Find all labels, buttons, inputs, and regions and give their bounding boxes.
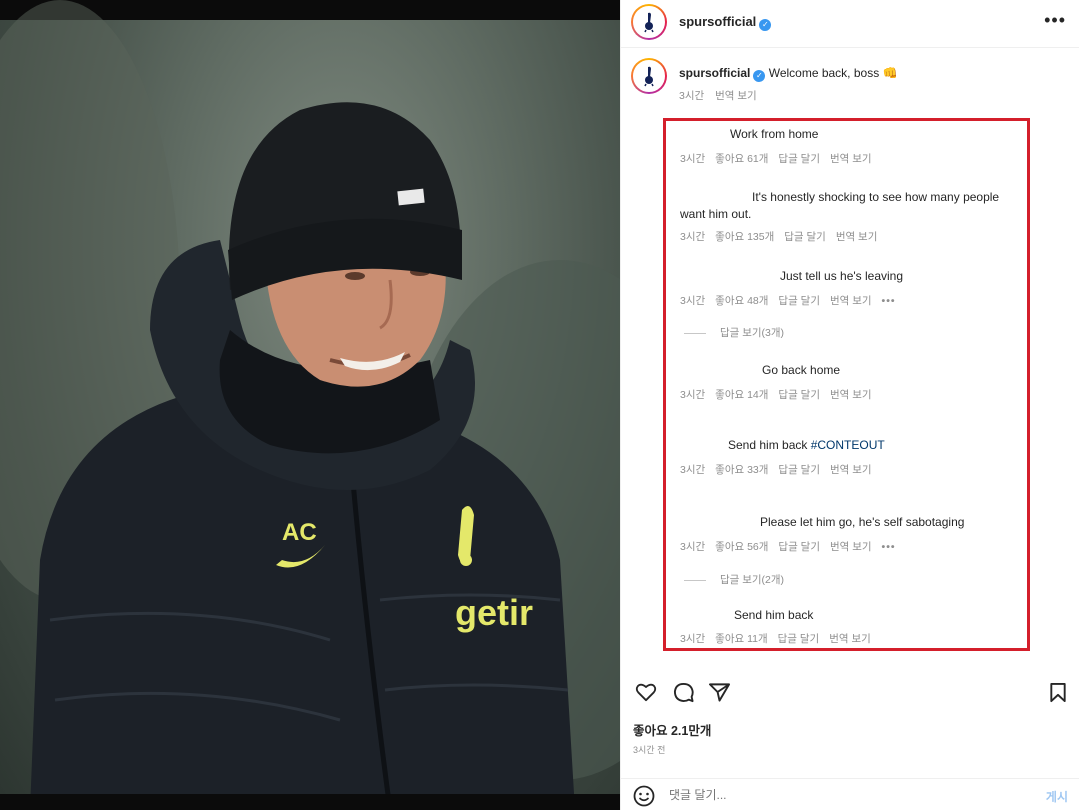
heart-icon[interactable] bbox=[635, 682, 657, 702]
comment-time: 3시간 bbox=[680, 464, 706, 476]
replies-divider bbox=[684, 579, 706, 581]
translate-link[interactable]: 번역 보기 bbox=[829, 633, 871, 645]
comment-text-prefix: Send him back bbox=[728, 438, 811, 452]
comment-text: Go back home bbox=[762, 363, 841, 377]
comment-likes[interactable]: 좋아요 33개 bbox=[715, 464, 768, 476]
comment-more-icon[interactable]: ••• bbox=[882, 295, 896, 307]
comment-time: 3시간 bbox=[680, 295, 706, 307]
view-replies[interactable]: 답글 보기(2개) bbox=[684, 572, 784, 587]
reply-button[interactable]: 답글 달기 bbox=[784, 231, 826, 243]
comment-meta: 3시간 좋아요 48개 답글 달기 번역 보기 ••• bbox=[680, 293, 906, 308]
caption-username[interactable]: spursofficial bbox=[679, 66, 750, 80]
comment-meta: 3시간 좋아요 56개 답글 달기 번역 보기 ••• bbox=[680, 539, 906, 554]
reply-button[interactable]: 답글 달기 bbox=[778, 295, 820, 307]
reply-button[interactable]: 답글 달기 bbox=[778, 464, 820, 476]
comment-meta: 3시간 좋아요 61개 답글 달기 번역 보기 bbox=[680, 151, 882, 166]
comment-likes[interactable]: 좋아요 56개 bbox=[715, 541, 768, 553]
comment-likes[interactable]: 좋아요 14개 bbox=[715, 389, 768, 401]
translate-link[interactable]: 번역 보기 bbox=[830, 153, 872, 165]
post-actions bbox=[621, 676, 1079, 710]
translate-link[interactable]: 번역 보기 bbox=[836, 231, 878, 243]
comment-meta: 3시간 좋아요 14개 답글 달기 번역 보기 bbox=[680, 387, 882, 402]
comment-icon[interactable] bbox=[673, 682, 694, 703]
comment-text: Work from home bbox=[730, 127, 819, 141]
header-username[interactable]: spursofficial ✓ bbox=[679, 14, 772, 31]
verified-badge-icon: ✓ bbox=[759, 19, 772, 31]
translate-link[interactable]: 번역 보기 bbox=[830, 295, 872, 307]
more-horizontal-icon[interactable]: ••• bbox=[1044, 10, 1066, 31]
bookmark-icon[interactable] bbox=[1049, 682, 1067, 703]
translate-link[interactable]: 번역 보기 bbox=[830, 541, 872, 553]
likes-count[interactable]: 좋아요 2.1만개 bbox=[633, 720, 711, 739]
comment-text: Send him back bbox=[734, 608, 814, 622]
comment-likes[interactable]: 좋아요 61개 bbox=[715, 153, 768, 165]
verified-badge-icon: ✓ bbox=[753, 70, 766, 82]
caption-translate-link[interactable]: 번역 보기 bbox=[715, 90, 757, 102]
share-icon[interactable] bbox=[709, 682, 730, 702]
comment-time: 3시간 bbox=[680, 541, 706, 553]
reply-button[interactable]: 답글 달기 bbox=[778, 541, 820, 553]
comment-time: 3시간 bbox=[680, 389, 706, 401]
comment-text: Please let him go, he's self sabotaging bbox=[760, 515, 965, 529]
profile-avatar[interactable] bbox=[631, 4, 667, 40]
highlighted-comments-box: Work from home 3시간 좋아요 61개 답글 달기 번역 보기 It's… bbox=[663, 118, 1030, 651]
caption: spursofficial ✓ Welcome back, boss 👊 bbox=[679, 66, 897, 82]
spurs-cockerel-icon bbox=[644, 66, 654, 87]
photo-bottom-bar bbox=[0, 794, 620, 810]
view-replies-label[interactable]: 답글 보기(3개) bbox=[720, 327, 784, 339]
post-side-panel: spursofficial ✓ ••• spursofficial ✓ Welcom… bbox=[620, 0, 1079, 810]
post-time-ago: 3시간 전 bbox=[633, 745, 666, 755]
caption-time: 3시간 bbox=[679, 90, 705, 102]
emoji-icon[interactable] bbox=[633, 785, 655, 807]
post-comment-button[interactable]: 게시 bbox=[1046, 788, 1068, 805]
translate-link[interactable]: 번역 보기 bbox=[830, 389, 872, 401]
comment-text: It's honestly shocking to see how many p… bbox=[680, 190, 1000, 221]
add-comment-bar: 게시 bbox=[621, 778, 1079, 810]
spurs-cockerel-icon bbox=[644, 12, 654, 33]
comment-more-icon[interactable]: ••• bbox=[882, 541, 896, 553]
comment-time: 3시간 bbox=[680, 231, 706, 243]
comment-meta: 3시간 좋아요 11개 답글 달기 번역 보기 bbox=[680, 631, 881, 646]
comment-meta: 3시간 좋아요 135개 답글 달기 번역 보기 bbox=[680, 229, 887, 244]
translate-link[interactable]: 번역 보기 bbox=[830, 464, 872, 476]
comment-time: 3시간 bbox=[680, 153, 706, 165]
post-header: spursofficial ✓ ••• bbox=[621, 0, 1079, 48]
jacket-initials: AC bbox=[282, 519, 317, 546]
view-replies[interactable]: 답글 보기(3개) bbox=[684, 325, 784, 340]
comment-text: Just tell us he's leaving bbox=[780, 269, 904, 283]
caption-text: Welcome back, boss 👊 bbox=[768, 66, 898, 80]
hashtag-link[interactable]: #CONTEOUT bbox=[811, 438, 885, 452]
reply-button[interactable]: 답글 달기 bbox=[778, 153, 820, 165]
comment-meta: 3시간 좋아요 33개 답글 달기 번역 보기 bbox=[680, 462, 882, 477]
comment-input[interactable] bbox=[669, 788, 969, 802]
reply-button[interactable]: 답글 달기 bbox=[778, 633, 820, 645]
caption-meta: 3시간 번역 보기 bbox=[679, 88, 757, 103]
replies-divider bbox=[684, 332, 706, 334]
sponsor-logo: getir bbox=[455, 592, 533, 633]
comment-likes[interactable]: 좋아요 11개 bbox=[715, 633, 767, 645]
post-photo: AC getir bbox=[0, 0, 620, 810]
reply-button[interactable]: 답글 달기 bbox=[778, 389, 820, 401]
comment-likes[interactable]: 좋아요 48개 bbox=[715, 295, 768, 307]
caption-avatar[interactable] bbox=[631, 58, 667, 94]
view-replies-label[interactable]: 답글 보기(2개) bbox=[720, 574, 784, 586]
comment-time: 3시간 bbox=[680, 633, 706, 645]
comment-likes[interactable]: 좋아요 135개 bbox=[715, 231, 774, 243]
comment-text: Send him back #CONTEOUT bbox=[728, 438, 885, 452]
coach-illustration: AC getir bbox=[0, 0, 620, 810]
